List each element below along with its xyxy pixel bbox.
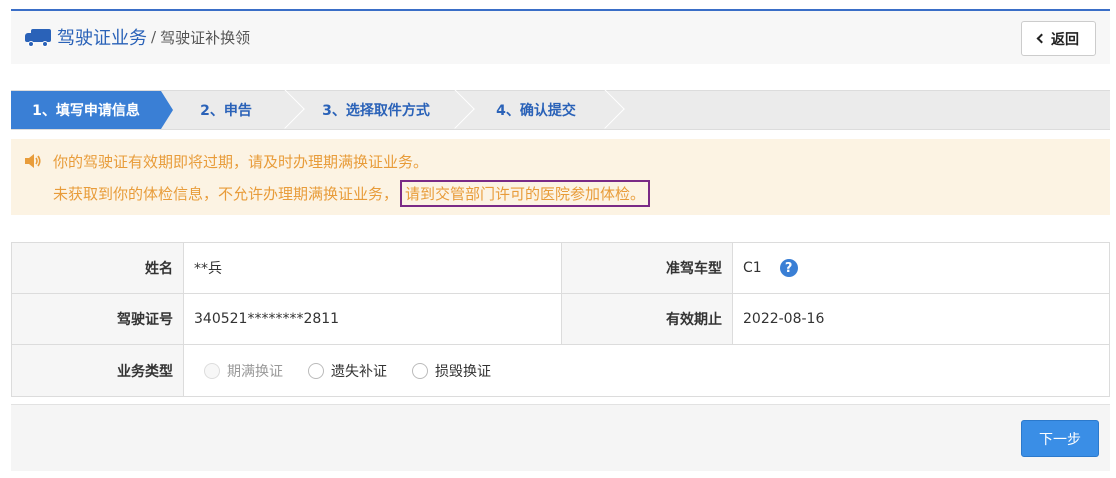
- step-2: 2、申告: [161, 89, 305, 129]
- truck-icon: [25, 27, 51, 47]
- back-button-label: 返回: [1051, 31, 1079, 48]
- radio-label: 损毁换证: [435, 363, 491, 380]
- license-no-value: 340521********2811: [194, 311, 340, 327]
- radio-circle[interactable]: [412, 362, 428, 379]
- step-1: 1、填写申请信息: [11, 91, 173, 129]
- radio-lost-replacement[interactable]: 遗失补证: [308, 361, 387, 381]
- license-info-form: 姓名 **兵 准驾车型 C1 ? 驾驶证号 340521********2811…: [11, 242, 1110, 397]
- expiry-label: 有效期止: [562, 294, 733, 344]
- radio-circle[interactable]: [308, 362, 324, 379]
- page-header: 驾驶证业务 / 驾驶证补换领 返回: [11, 9, 1110, 64]
- step-4: 4、确认提交: [461, 89, 625, 129]
- form-row-name: 姓名 **兵 准驾车型 C1 ?: [12, 243, 1109, 294]
- speaker-icon: [25, 154, 41, 168]
- form-row-business-type: 业务类型 期满换证 遗失补证 损毁换证: [12, 345, 1109, 396]
- business-type-label: 业务类型: [12, 345, 184, 396]
- step-2-label: 2、申告: [200, 103, 252, 119]
- vehicle-type-cell: C1 ?: [733, 243, 1109, 293]
- form-row-license: 驾驶证号 340521********2811 有效期止 2022-08-16: [12, 294, 1109, 345]
- name-label: 姓名: [12, 243, 184, 293]
- name-value: **兵: [194, 261, 222, 277]
- next-step-button[interactable]: 下一步: [1021, 420, 1099, 457]
- vehicle-type-label: 准驾车型: [562, 243, 733, 293]
- radio-label: 遗失补证: [331, 363, 387, 380]
- radio-expiry-renewal: 期满换证: [204, 361, 283, 381]
- alert-line-2: 未获取到你的体检信息，不允许办理期满换证业务， 请到交管部门许可的医院参加体检。: [53, 180, 651, 207]
- alert-line-2-text: 未获取到你的体检信息，不允许办理期满换证业务，: [53, 185, 399, 203]
- help-icon[interactable]: ?: [779, 259, 798, 277]
- step-3: 3、选择取件方式: [291, 89, 475, 129]
- form-footer: 下一步: [11, 404, 1110, 471]
- step-progress: 1、填写申请信息 2、申告 3、选择取件方式 4、确认提交: [11, 89, 1110, 130]
- breadcrumb-main[interactable]: 驾驶证业务: [57, 24, 147, 50]
- step-1-label: 1、填写申请信息: [32, 103, 140, 119]
- chevron-left-icon: [1036, 33, 1047, 44]
- alert-line-1: 你的驾驶证有效期即将过期，请及时办理期满换证业务。: [53, 153, 429, 171]
- back-button[interactable]: 返回: [1021, 21, 1096, 56]
- radio-circle: [204, 362, 220, 379]
- step-4-label: 4、确认提交: [496, 103, 576, 119]
- alert-highlight-text: 请到交管部门许可的医院参加体检。: [400, 180, 651, 207]
- vehicle-type-value: C1: [743, 260, 762, 276]
- breadcrumb-current: 驾驶证补换领: [160, 28, 251, 47]
- business-type-options: 期满换证 遗失补证 损毁换证: [184, 345, 1109, 396]
- breadcrumb: 驾驶证业务 / 驾驶证补换领: [25, 25, 250, 49]
- radio-label: 期满换证: [227, 363, 283, 380]
- radio-damaged-replacement[interactable]: 损毁换证: [412, 361, 491, 381]
- step-3-label: 3、选择取件方式: [322, 103, 430, 119]
- breadcrumb-separator: /: [151, 28, 157, 46]
- warning-alert: 你的驾驶证有效期即将过期，请及时办理期满换证业务。 未获取到你的体检信息，不允许…: [11, 139, 1110, 215]
- expiry-value: 2022-08-16: [743, 311, 825, 327]
- license-no-label: 驾驶证号: [12, 294, 184, 344]
